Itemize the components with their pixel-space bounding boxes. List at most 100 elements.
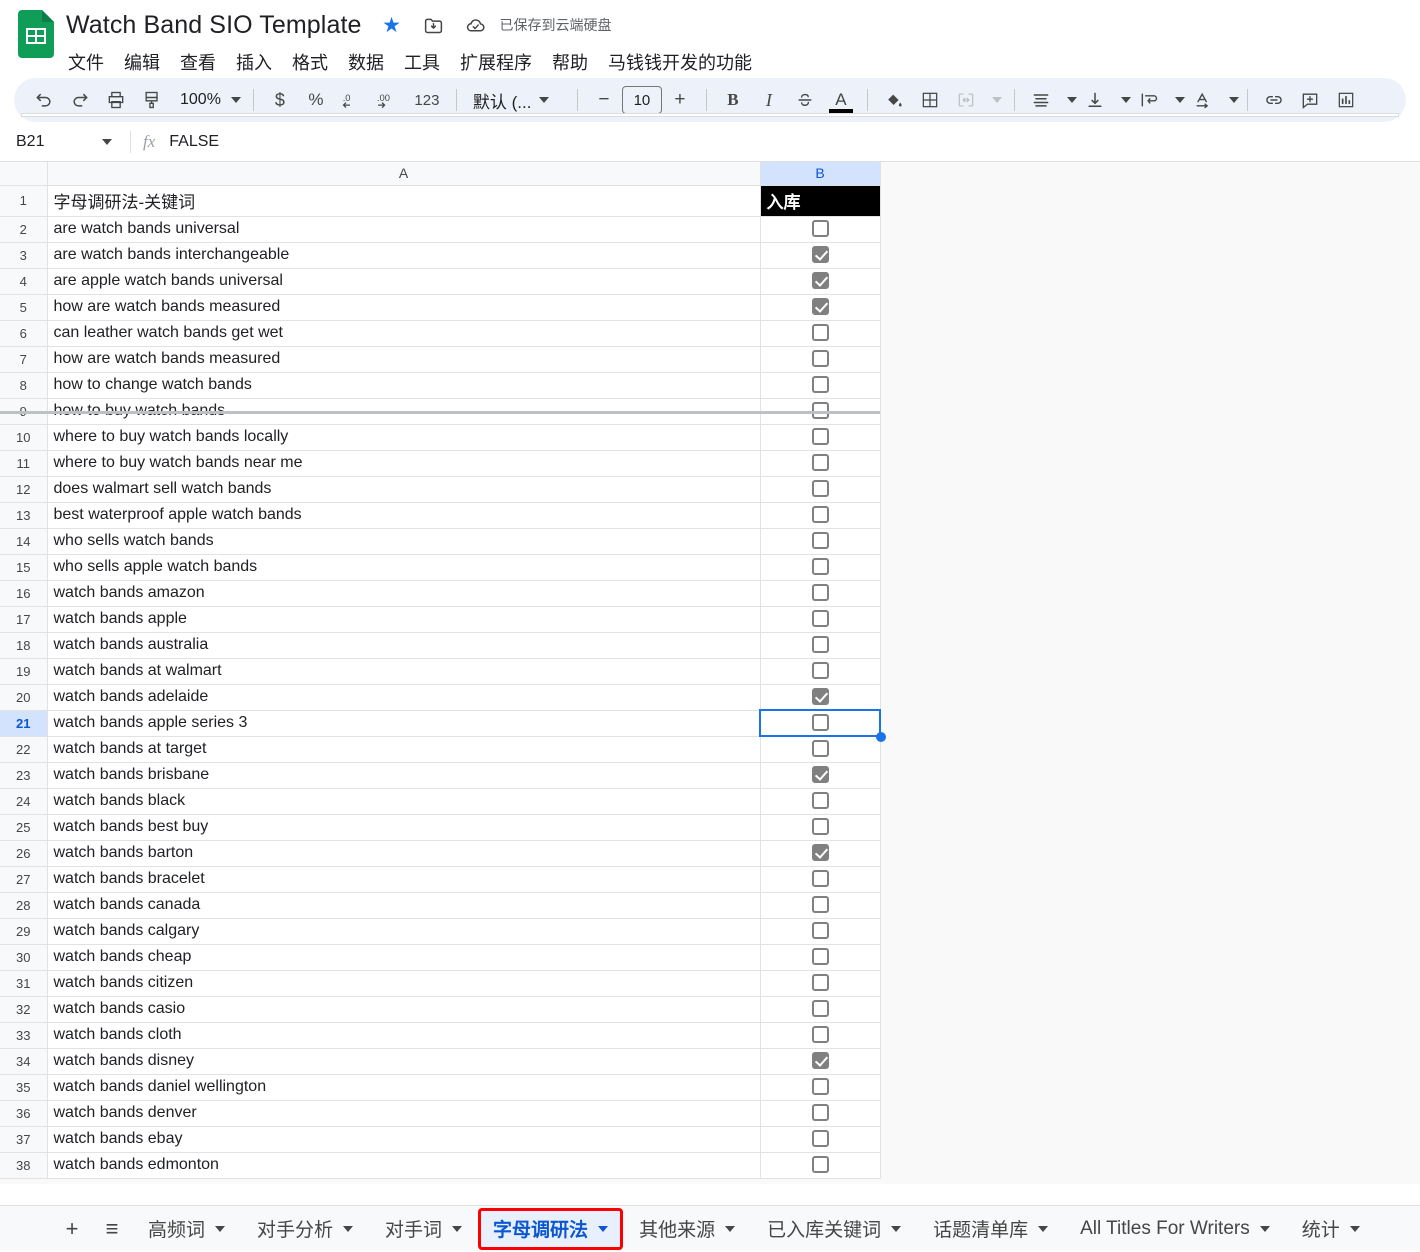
star-icon[interactable]: ★ bbox=[380, 13, 404, 37]
keyword-cell[interactable]: watch bands brisbane bbox=[47, 762, 760, 788]
keyword-cell[interactable]: watch bands edmonton bbox=[47, 1152, 760, 1178]
checkbox-cell[interactable] bbox=[760, 242, 880, 268]
keyword-cell[interactable]: are apple watch bands universal bbox=[47, 268, 760, 294]
checkbox-cell[interactable] bbox=[760, 528, 880, 554]
menu-tools[interactable]: 工具 bbox=[394, 47, 450, 77]
checkbox-unchecked-icon[interactable] bbox=[812, 870, 829, 887]
keyword-cell[interactable]: how are watch bands measured bbox=[47, 294, 760, 320]
checkbox-unchecked-icon[interactable] bbox=[812, 584, 829, 601]
checkbox-cell[interactable] bbox=[760, 476, 880, 502]
keyword-cell[interactable]: who sells watch bands bbox=[47, 528, 760, 554]
checkbox-unchecked-icon[interactable] bbox=[812, 818, 829, 835]
keyword-cell[interactable]: can leather watch bands get wet bbox=[47, 320, 760, 346]
sheet-tab-3[interactable]: 字母调研法 bbox=[478, 1208, 623, 1250]
checkbox-checked-icon[interactable] bbox=[812, 766, 829, 783]
checkbox-cell[interactable] bbox=[760, 554, 880, 580]
row-header[interactable]: 24 bbox=[0, 788, 47, 814]
menu-file[interactable]: 文件 bbox=[66, 47, 114, 77]
checkbox-unchecked-icon[interactable] bbox=[812, 922, 829, 939]
keyword-cell[interactable]: watch bands apple series 3 bbox=[47, 710, 760, 736]
checkbox-unchecked-icon[interactable] bbox=[812, 740, 829, 757]
checkbox-cell[interactable] bbox=[760, 502, 880, 528]
checkbox-cell[interactable] bbox=[760, 710, 880, 736]
add-sheet-button[interactable]: + bbox=[52, 1209, 92, 1249]
checkbox-cell[interactable] bbox=[760, 216, 880, 242]
checkbox-cell[interactable] bbox=[760, 866, 880, 892]
checkbox-cell[interactable] bbox=[760, 294, 880, 320]
keyword-cell[interactable]: watch bands australia bbox=[47, 632, 760, 658]
checkbox-checked-icon[interactable] bbox=[812, 1052, 829, 1069]
row-header[interactable]: 5 bbox=[0, 294, 47, 320]
keyword-cell[interactable]: watch bands barton bbox=[47, 840, 760, 866]
row-header[interactable]: 31 bbox=[0, 970, 47, 996]
checkbox-cell[interactable] bbox=[760, 580, 880, 606]
keyword-cell[interactable]: watch bands canada bbox=[47, 892, 760, 918]
row-header[interactable]: 8 bbox=[0, 372, 47, 398]
row-header[interactable]: 13 bbox=[0, 502, 47, 528]
select-all-corner[interactable] bbox=[0, 162, 47, 185]
keyword-cell[interactable]: how to change watch bands bbox=[47, 372, 760, 398]
row-header[interactable]: 28 bbox=[0, 892, 47, 918]
keyword-cell[interactable]: watch bands denver bbox=[47, 1100, 760, 1126]
checkbox-cell[interactable] bbox=[760, 840, 880, 866]
row-header[interactable]: 35 bbox=[0, 1074, 47, 1100]
row-header[interactable]: 2 bbox=[0, 216, 47, 242]
row-header[interactable]: 37 bbox=[0, 1126, 47, 1152]
keyword-cell[interactable]: how are watch bands measured bbox=[47, 346, 760, 372]
checkbox-unchecked-icon[interactable] bbox=[812, 1156, 829, 1173]
checkbox-cell[interactable] bbox=[760, 1048, 880, 1074]
keyword-cell[interactable]: watch bands at walmart bbox=[47, 658, 760, 684]
chevron-down-icon[interactable] bbox=[1260, 1226, 1270, 1232]
keyword-cell[interactable]: watch bands bracelet bbox=[47, 866, 760, 892]
checkbox-cell[interactable] bbox=[760, 424, 880, 450]
checkbox-checked-icon[interactable] bbox=[812, 688, 829, 705]
keyword-cell[interactable]: watch bands disney bbox=[47, 1048, 760, 1074]
row-header[interactable]: 6 bbox=[0, 320, 47, 346]
chevron-down-icon[interactable] bbox=[452, 1226, 462, 1232]
row-header[interactable]: 38 bbox=[0, 1152, 47, 1178]
keyword-cell[interactable]: watch bands daniel wellington bbox=[47, 1074, 760, 1100]
name-box[interactable]: B21 bbox=[8, 128, 120, 156]
checkbox-unchecked-icon[interactable] bbox=[812, 610, 829, 627]
checkbox-unchecked-icon[interactable] bbox=[812, 454, 829, 471]
row-header[interactable]: 29 bbox=[0, 918, 47, 944]
checkbox-unchecked-icon[interactable] bbox=[812, 662, 829, 679]
checkbox-cell[interactable] bbox=[760, 632, 880, 658]
checkbox-unchecked-icon[interactable] bbox=[812, 896, 829, 913]
row-header[interactable]: 18 bbox=[0, 632, 47, 658]
checkbox-cell[interactable] bbox=[760, 736, 880, 762]
checkbox-unchecked-icon[interactable] bbox=[812, 376, 829, 393]
sheet-tab-7[interactable]: All Titles For Writers bbox=[1064, 1206, 1286, 1252]
keyword-cell[interactable]: watch bands at target bbox=[47, 736, 760, 762]
checkbox-unchecked-icon[interactable] bbox=[812, 636, 829, 653]
checkbox-unchecked-icon[interactable] bbox=[812, 532, 829, 549]
row-header[interactable]: 17 bbox=[0, 606, 47, 632]
row-header[interactable]: 27 bbox=[0, 866, 47, 892]
all-sheets-button[interactable]: ≡ bbox=[92, 1209, 132, 1249]
checkbox-unchecked-icon[interactable] bbox=[812, 1104, 829, 1121]
checkbox-cell[interactable] bbox=[760, 450, 880, 476]
chevron-down-icon[interactable] bbox=[1350, 1226, 1360, 1232]
keyword-cell[interactable]: watch bands ebay bbox=[47, 1126, 760, 1152]
cloud-saved-icon[interactable] bbox=[464, 13, 488, 37]
row-header[interactable]: 11 bbox=[0, 450, 47, 476]
row-header[interactable]: 32 bbox=[0, 996, 47, 1022]
checkbox-cell[interactable] bbox=[760, 372, 880, 398]
row-header[interactable]: 36 bbox=[0, 1100, 47, 1126]
row-header[interactable]: 19 bbox=[0, 658, 47, 684]
checkbox-unchecked-icon[interactable] bbox=[812, 558, 829, 575]
row-header[interactable]: 34 bbox=[0, 1048, 47, 1074]
keyword-cell[interactable]: watch bands black bbox=[47, 788, 760, 814]
checkbox-unchecked-icon[interactable] bbox=[812, 1000, 829, 1017]
keyword-cell[interactable]: watch bands adelaide bbox=[47, 684, 760, 710]
chevron-down-icon[interactable] bbox=[725, 1226, 735, 1232]
checkbox-cell[interactable] bbox=[760, 944, 880, 970]
checkbox-cell[interactable] bbox=[760, 606, 880, 632]
checkbox-unchecked-icon[interactable] bbox=[812, 506, 829, 523]
row-header[interactable]: 30 bbox=[0, 944, 47, 970]
valign-chevron-down-icon[interactable] bbox=[1121, 97, 1131, 103]
row-header[interactable]: 15 bbox=[0, 554, 47, 580]
menu-format[interactable]: 格式 bbox=[282, 47, 338, 77]
keyword-cell[interactable]: does walmart sell watch bands bbox=[47, 476, 760, 502]
sheet-tab-4[interactable]: 其他来源 bbox=[623, 1206, 751, 1252]
